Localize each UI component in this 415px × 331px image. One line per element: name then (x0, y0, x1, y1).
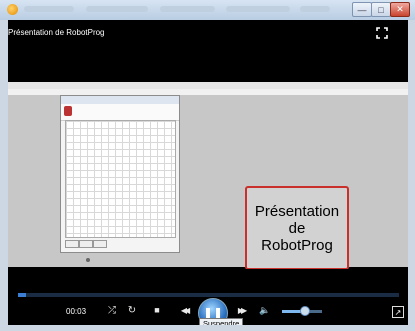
video-title: Présentation de RobotProg (8, 28, 105, 37)
robotprog-toolbar (61, 104, 179, 121)
robotprog-button (65, 240, 79, 248)
shuffle-icon[interactable]: ⤮ (105, 303, 119, 317)
speaker-icon[interactable]: 🔈 (258, 303, 272, 317)
title-callout-box: Présentation de RobotProg (245, 186, 349, 270)
robotprog-button (93, 240, 107, 248)
titlebar-blurred-text (24, 6, 74, 12)
titlebar-blurred-text (300, 6, 330, 12)
titlebar-blurred-text (86, 6, 148, 12)
robotprog-window-titlebar (61, 96, 179, 104)
media-player-app-icon (7, 4, 18, 15)
minimize-button[interactable]: — (352, 2, 372, 17)
switch-to-library-icon[interactable]: ↗ (392, 306, 404, 318)
stop-icon[interactable]: ■ (150, 303, 164, 317)
seek-bar-progress (18, 293, 26, 297)
callout-line-2: de (288, 219, 306, 237)
maximize-button[interactable]: □ (371, 2, 391, 17)
robot-icon (64, 106, 72, 116)
previous-icon[interactable]: ◀◀ (174, 303, 194, 317)
callout-line-1: Présentation (254, 202, 340, 220)
titlebar-blurred-text (160, 6, 215, 12)
repeat-icon[interactable]: ↻ (125, 303, 139, 317)
titlebar-blurred-text (226, 6, 290, 12)
elapsed-time: 00:03 (66, 307, 87, 316)
robotprog-button (79, 240, 93, 248)
mouse-cursor (86, 258, 90, 262)
seek-bar[interactable] (18, 293, 399, 297)
callout-line-3: RobotProg (261, 236, 333, 254)
robotprog-window-thumbnail (60, 95, 180, 253)
close-button[interactable]: ✕ (390, 2, 410, 17)
window-frame-bottom (0, 325, 415, 331)
volume-slider-thumb[interactable] (300, 306, 310, 316)
window-frame-left (0, 20, 8, 325)
next-icon[interactable]: ▶▶ (231, 303, 251, 317)
fullscreen-icon[interactable] (376, 27, 388, 39)
window-frame-right (408, 20, 415, 325)
robotprog-grid (65, 120, 176, 238)
